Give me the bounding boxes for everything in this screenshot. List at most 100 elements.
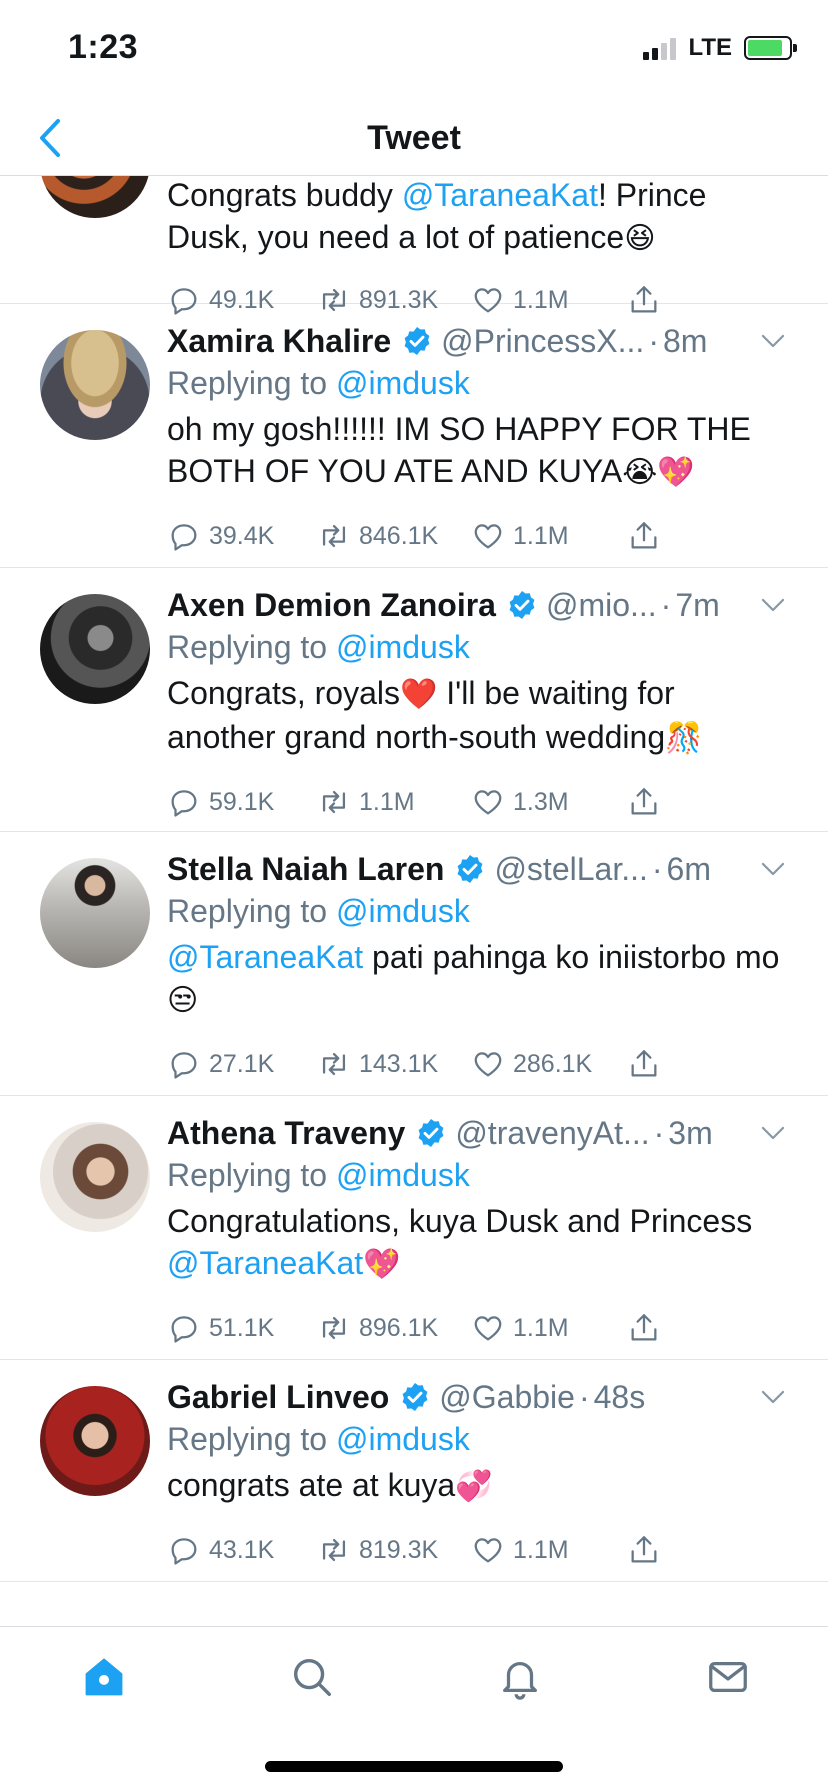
handle[interactable]: @mio... xyxy=(546,584,657,626)
display-name[interactable]: Athena Traveny xyxy=(167,1112,405,1154)
avatar[interactable] xyxy=(40,1386,150,1496)
share-button[interactable] xyxy=(627,1528,661,1572)
tab-notifications[interactable] xyxy=(490,1647,550,1707)
verified-badge-icon xyxy=(458,855,483,883)
mention-link[interactable]: @TaraneaKat xyxy=(402,177,598,213)
share-button[interactable] xyxy=(627,514,661,558)
chevron-down-icon[interactable] xyxy=(758,326,788,356)
chevron-down-icon[interactable] xyxy=(758,854,788,884)
replying-to: Replying to @imdusk xyxy=(167,365,470,401)
tweet[interactable]: Stella Naiah Laren @stelLar... · 6m Repl… xyxy=(0,832,828,1096)
retweet-icon xyxy=(322,790,346,814)
status-bar: 1:23 LTE xyxy=(0,0,828,100)
like-button[interactable]: 1.1M xyxy=(471,514,569,558)
reply-icon xyxy=(171,790,197,817)
chevron-down-icon[interactable] xyxy=(758,590,788,620)
tweet-actions: 51.1K 896.1K 1.1M xyxy=(167,1306,788,1350)
status-indicators: LTE xyxy=(643,34,797,62)
chevron-down-icon[interactable] xyxy=(758,1382,788,1412)
avatar[interactable] xyxy=(40,330,150,440)
like-button[interactable]: 286.1K xyxy=(471,1042,592,1086)
reply-button[interactable]: 59.1K xyxy=(167,780,274,824)
reply-button[interactable]: 51.1K xyxy=(167,1306,274,1350)
replying-to-link[interactable]: @imdusk xyxy=(336,1421,470,1457)
share-button[interactable] xyxy=(627,1042,661,1086)
tab-home[interactable] xyxy=(74,1647,134,1707)
share-icon xyxy=(631,1314,657,1341)
retweet-button[interactable]: 896.1K xyxy=(317,1306,438,1350)
display-name[interactable]: Stella Naiah Laren xyxy=(167,848,444,890)
tweet-header: Xamira Khalire @PrincessX... · 8m xyxy=(167,320,788,362)
heart-icon xyxy=(474,1316,502,1341)
share-icon xyxy=(631,522,657,549)
tweet[interactable]: Congrats buddy @TaraneaKat! Prince Dusk,… xyxy=(0,176,828,315)
messages-icon xyxy=(709,1661,747,1693)
heart-icon xyxy=(474,1052,502,1077)
tweet[interactable]: Axen Demion Zanoira @mio... · 7m Replyin… xyxy=(0,568,828,832)
status-time: 1:23 xyxy=(68,28,139,66)
chevron-down-icon[interactable] xyxy=(758,1118,788,1148)
avatar[interactable] xyxy=(40,176,150,218)
tab-bar xyxy=(0,1626,828,1792)
display-name[interactable]: Gabriel Linveo xyxy=(167,1376,389,1418)
like-button[interactable]: 1.3M xyxy=(471,780,569,824)
tab-messages[interactable] xyxy=(698,1647,758,1707)
search-icon xyxy=(293,1658,331,1696)
retweet-button[interactable]: 143.1K xyxy=(317,1042,438,1086)
page-title: Tweet xyxy=(367,119,461,157)
share-button[interactable] xyxy=(627,1306,661,1350)
timestamp: 8m xyxy=(662,323,708,359)
tweet-actions: 43.1K 819.3K 1.1M xyxy=(167,1528,788,1572)
like-button[interactable]: 1.1M xyxy=(471,1306,569,1350)
mention-link[interactable]: @TaraneaKat xyxy=(167,1245,363,1281)
handle[interactable]: @stelLar... xyxy=(494,848,647,890)
display-name[interactable]: Xamira Khalire xyxy=(167,320,391,362)
home-icon xyxy=(85,1658,123,1696)
avatar[interactable] xyxy=(40,1122,150,1232)
tweet-actions: 27.1K 143.1K 286.1K xyxy=(167,1042,788,1086)
tweet-text: congrats ate at kuya💞 xyxy=(167,1467,493,1504)
share-icon xyxy=(631,1536,657,1563)
tweet-header: Stella Naiah Laren @stelLar... · 6m xyxy=(167,848,788,890)
mention-link[interactable]: @TaraneaKat xyxy=(167,939,363,975)
replying-to-link[interactable]: @imdusk xyxy=(336,629,470,665)
reply-icon xyxy=(171,1316,197,1343)
replying-to-link[interactable]: @imdusk xyxy=(336,893,470,929)
home-indicator xyxy=(265,1761,563,1772)
replying-to-link[interactable]: @imdusk xyxy=(336,1157,470,1193)
tweet-text: oh my gosh!!!!!! IM SO HAPPY FOR THE BOT… xyxy=(167,411,751,490)
reply-button[interactable]: 43.1K xyxy=(167,1528,274,1572)
tweet[interactable]: Xamira Khalire @PrincessX... · 8m Replyi… xyxy=(0,304,828,568)
retweet-button[interactable]: 1.1M xyxy=(317,780,415,824)
tweet-actions: 39.4K 846.1K 1.1M xyxy=(167,514,788,558)
like-button[interactable]: 1.1M xyxy=(471,1528,569,1572)
replying-to: Replying to @imdusk xyxy=(167,1421,470,1457)
handle[interactable]: @Gabbie xyxy=(439,1376,575,1418)
handle[interactable]: @travenyAt... xyxy=(455,1112,649,1154)
tweet-text: Congratulations, kuya Dusk and Princess … xyxy=(167,1203,753,1282)
replying-to-link[interactable]: @imdusk xyxy=(336,365,470,401)
share-button[interactable] xyxy=(627,780,661,824)
tweet-header: Gabriel Linveo @Gabbie · 48s xyxy=(167,1376,788,1418)
avatar[interactable] xyxy=(40,594,150,704)
display-name[interactable]: Axen Demion Zanoira xyxy=(167,584,496,626)
reply-icon xyxy=(171,524,197,551)
retweet-button[interactable]: 819.3K xyxy=(317,1528,438,1572)
verified-badge-icon xyxy=(404,327,430,355)
timestamp: 48s xyxy=(593,1379,646,1415)
nav-bar: Tweet xyxy=(0,100,828,176)
reply-button[interactable]: 39.4K xyxy=(167,514,274,558)
handle[interactable]: @PrincessX... xyxy=(441,320,644,362)
retweet-button[interactable]: 846.1K xyxy=(317,514,438,558)
avatar[interactable] xyxy=(40,858,150,968)
verified-badge-icon xyxy=(402,1383,428,1411)
timestamp: 3m xyxy=(668,1115,713,1151)
tweet[interactable]: Athena Traveny @travenyAt... · 3m Replyi… xyxy=(0,1096,828,1360)
verified-badge-icon xyxy=(509,591,535,619)
reply-feed: Congrats buddy @TaraneaKat! Prince Dusk,… xyxy=(0,176,828,1626)
replying-to: Replying to @imdusk xyxy=(167,629,470,665)
reply-button[interactable]: 27.1K xyxy=(167,1042,274,1086)
tab-search[interactable] xyxy=(282,1647,342,1707)
tweet[interactable]: Gabriel Linveo @Gabbie · 48s Replying to… xyxy=(0,1360,828,1582)
retweet-icon xyxy=(322,1316,346,1340)
